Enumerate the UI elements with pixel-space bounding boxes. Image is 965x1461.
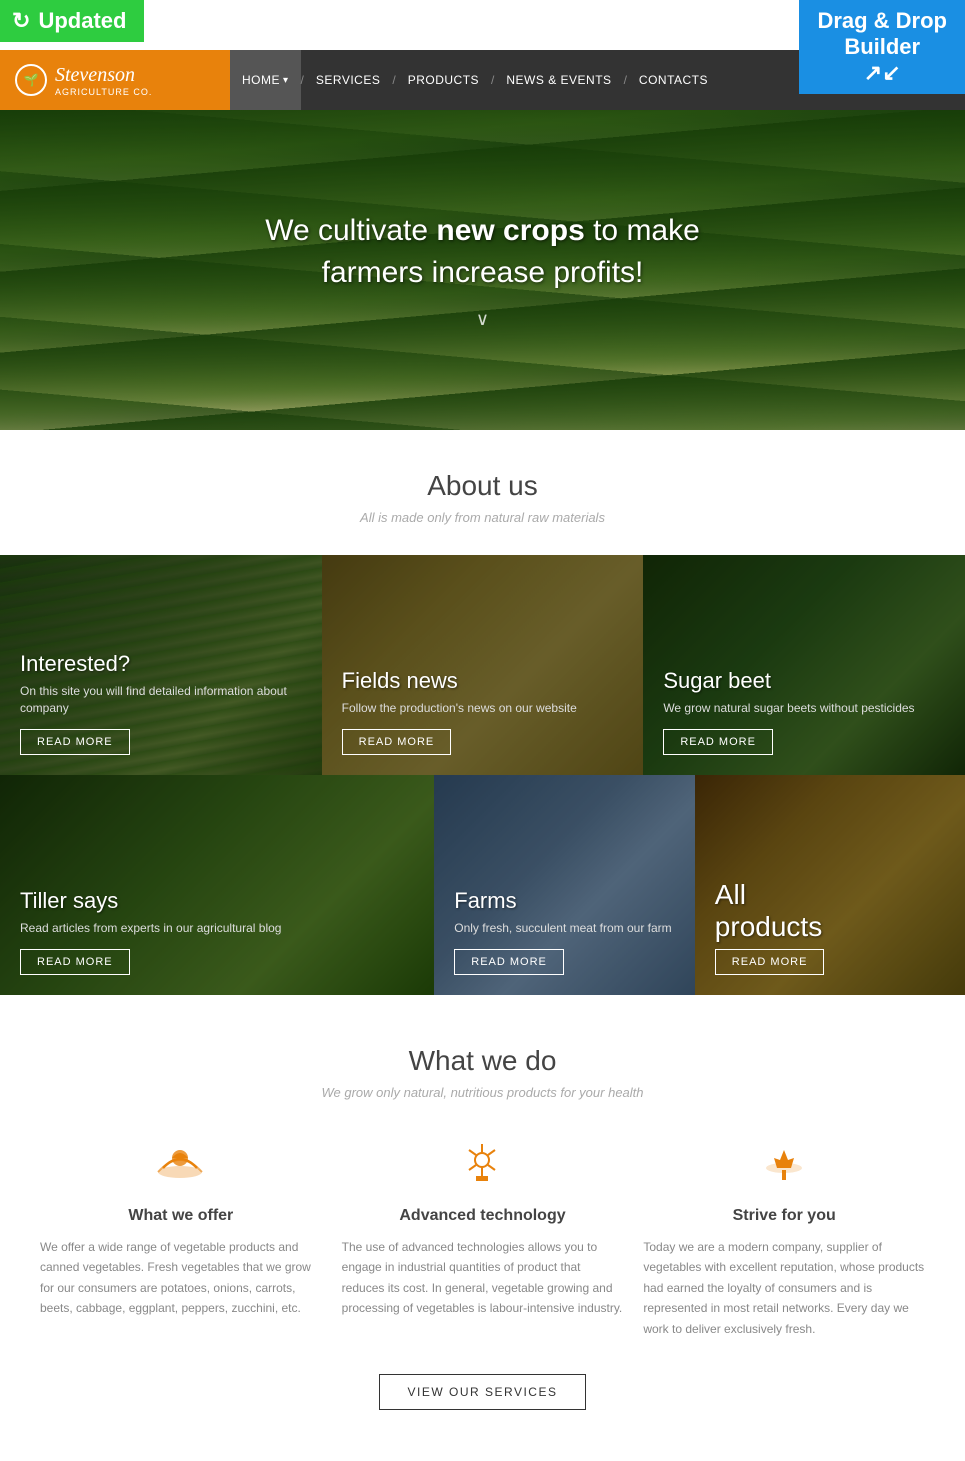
home-chevron: ▾ (283, 75, 289, 86)
card-interested-btn[interactable]: READ MORE (20, 729, 130, 755)
logo-area: 🌱 Stevenson AGRICULTURE CO. (0, 50, 220, 110)
strive-desc: Today we are a modern company, supplier … (643, 1237, 925, 1339)
cards-row2: Tiller says Read articles from experts i… (0, 775, 965, 995)
card-tiller-title: Tiller says (20, 888, 281, 914)
updated-label: Updated (38, 8, 126, 34)
card-products-btn[interactable]: READ MORE (715, 949, 825, 975)
card-sugarbeet-desc: We grow natural sugar beets without pest… (663, 700, 914, 717)
card-fields-title: Fields news (342, 668, 577, 694)
offer-icon (40, 1140, 322, 1192)
card-interested-title: Interested? (20, 651, 302, 677)
strive-icon (643, 1140, 925, 1192)
what-title: What we do (40, 1045, 925, 1077)
hero-content: We cultivate new crops to makefarmers in… (265, 210, 700, 330)
logo-sub: AGRICULTURE CO. (55, 87, 152, 97)
drag-drop-badge: Drag & DropBuilder ↗↙ (799, 0, 965, 94)
feature-what-we-offer: What we offer We offer a wide range of v… (40, 1140, 322, 1339)
card-farms-btn[interactable]: READ MORE (454, 949, 564, 975)
cards-row1: Interested? On this site you will find d… (0, 555, 965, 775)
feature-advanced-tech: Advanced technology The use of advanced … (342, 1140, 624, 1339)
feature-strive: Strive for you Today we are a modern com… (643, 1140, 925, 1339)
nav-home[interactable]: HOME ▾ (230, 50, 301, 110)
card-fields-desc: Follow the production's news on our webs… (342, 700, 577, 717)
top-badges-bar: ↻ Updated Drag & DropBuilder ↗↙ (0, 0, 965, 50)
about-section: About us All is made only from natural r… (0, 430, 965, 555)
refresh-icon: ↻ (12, 8, 30, 34)
nav-products[interactable]: PRODUCTS (396, 50, 491, 110)
logo-icon: 🌱 (15, 64, 47, 96)
card-interested-desc: On this site you will find detailed info… (20, 683, 302, 717)
card-farms-desc: Only fresh, succulent meat from our farm (454, 920, 671, 937)
updated-badge: ↻ Updated (0, 0, 144, 42)
about-subtitle: All is made only from natural raw materi… (20, 510, 945, 525)
card-sugar-beet[interactable]: Sugar beet We grow natural sugar beets w… (643, 555, 965, 775)
card-fields-news[interactable]: Fields news Follow the production's news… (322, 555, 644, 775)
nav-news-events[interactable]: NEWS & EVENTS (494, 50, 623, 110)
view-services-button[interactable]: VIEW OUR SERVICES (379, 1374, 587, 1410)
hero-scroll-chevron: ∨ (265, 309, 700, 330)
tech-desc: The use of advanced technologies allows … (342, 1237, 624, 1319)
hero-title: We cultivate new crops to makefarmers in… (265, 210, 700, 294)
card-tiller[interactable]: Tiller says Read articles from experts i… (0, 775, 434, 995)
card-products-title: Allproducts (715, 879, 825, 943)
logo-name: Stevenson (55, 64, 135, 86)
tech-icon (342, 1140, 624, 1192)
features-list: What we offer We offer a wide range of v… (40, 1140, 925, 1339)
card-tiller-desc: Read articles from experts in our agricu… (20, 920, 281, 937)
about-title: About us (20, 470, 945, 502)
strive-title: Strive for you (643, 1207, 925, 1225)
drag-arrow-icon: ↗↙ (817, 60, 947, 86)
card-interested[interactable]: Interested? On this site you will find d… (0, 555, 322, 775)
card-farms-title: Farms (454, 888, 671, 914)
hero-section: We cultivate new crops to makefarmers in… (0, 110, 965, 430)
offer-title: What we offer (40, 1207, 322, 1225)
card-tiller-btn[interactable]: READ MORE (20, 949, 130, 975)
tech-title: Advanced technology (342, 1207, 624, 1225)
offer-desc: We offer a wide range of vegetable produ… (40, 1237, 322, 1319)
nav-contacts[interactable]: CONTACTS (627, 50, 720, 110)
drag-drop-label: Drag & DropBuilder (817, 8, 947, 59)
card-sugarbeet-btn[interactable]: READ MORE (663, 729, 773, 755)
what-section: What we do We grow only natural, nutriti… (0, 995, 965, 1450)
card-fields-btn[interactable]: READ MORE (342, 729, 452, 755)
card-all-products[interactable]: Allproducts READ MORE (695, 775, 965, 995)
card-sugarbeet-title: Sugar beet (663, 668, 914, 694)
what-subtitle: We grow only natural, nutritious product… (40, 1085, 925, 1100)
nav-services[interactable]: SERVICES (304, 50, 392, 110)
card-farms[interactable]: Farms Only fresh, succulent meat from ou… (434, 775, 695, 995)
